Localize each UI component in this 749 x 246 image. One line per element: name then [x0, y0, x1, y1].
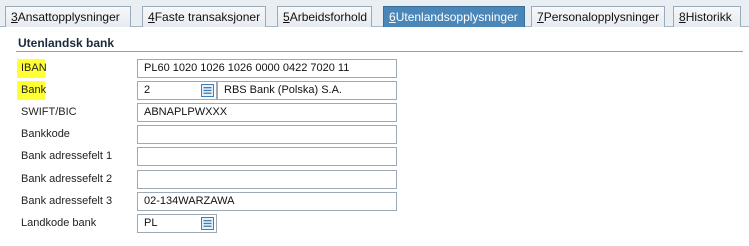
content-panel: Utenlandsk bank IBAN PL60 1020 1026 1026… [7, 27, 743, 246]
swift-input[interactable]: ABNAPLPWXXX [137, 103, 397, 122]
bank-label: Bank [17, 81, 46, 100]
tab-personalopplysninger[interactable]: 7 Personalopplysninger [531, 6, 665, 27]
bank-description: RBS Bank (Polska) S.A. [217, 81, 397, 100]
bank-address-3-label: Bank adressefelt 3 [21, 195, 113, 207]
tab-label: Faste transaksjoner [154, 10, 261, 24]
country-code-row: Landkode bank PL [7, 214, 743, 236]
tab-label: Ansattopplysninger [17, 10, 120, 24]
bankkode-input[interactable] [137, 125, 397, 144]
bank-row: Bank 2 RBS Bank (Polska) S.A. [7, 81, 743, 103]
bank-address-3-input[interactable]: 02-134WARZAWA [137, 192, 397, 211]
bank-address-2-row: Bank adressefelt 2 [7, 170, 743, 192]
bankkode-label: Bankkode [21, 128, 70, 140]
bank-address-1-input[interactable] [137, 147, 397, 166]
tab-label: Personalopplysninger [543, 10, 660, 24]
tab-label: Historikk [685, 10, 732, 24]
list-lookup-icon[interactable] [199, 215, 215, 232]
section-divider [16, 51, 743, 52]
bank-address-3-row: Bank adressefelt 3 02-134WARZAWA [7, 192, 743, 214]
tab-historikk[interactable]: 8 Historikk [673, 6, 741, 27]
tab-faste-transaksjoner[interactable]: 4 Faste transaksjoner [142, 6, 266, 27]
tab-number: 4 [148, 10, 155, 24]
tab-ansattopplysninger[interactable]: 3 Ansattopplysninger [5, 6, 131, 27]
tab-label: Utenlandsopplysninger [395, 10, 518, 24]
tab-number: 3 [11, 10, 18, 24]
tab-label: Arbeidsforhold [289, 10, 368, 24]
tab-number: 8 [679, 10, 686, 24]
tab-strip: 3 Ansattopplysninger 4 Faste transaksjon… [0, 0, 749, 27]
iban-label: IBAN [17, 59, 47, 78]
swift-label: SWIFT/BIC [21, 106, 77, 118]
list-lookup-icon[interactable] [199, 82, 215, 99]
bank-address-2-input[interactable] [137, 170, 397, 189]
tab-number: 7 [537, 10, 544, 24]
iban-row: IBAN PL60 1020 1026 1026 0000 0422 7020 … [7, 59, 743, 81]
tab-number: 5 [283, 10, 290, 24]
swift-row: SWIFT/BIC ABNAPLPWXXX [7, 103, 743, 125]
bankkode-row: Bankkode [7, 125, 743, 147]
bank-address-1-row: Bank adressefelt 1 [7, 147, 743, 169]
bank-address-2-label: Bank adressefelt 2 [21, 173, 113, 185]
country-code-label: Landkode bank [21, 217, 97, 229]
tab-utenlandsopplysninger[interactable]: 6 Utenlandsopplysninger [383, 6, 525, 27]
tab-number: 6 [389, 10, 396, 24]
section-title: Utenlandsk bank [18, 36, 115, 50]
bank-address-1-label: Bank adressefelt 1 [21, 150, 113, 162]
tab-arbeidsforhold[interactable]: 5 Arbeidsforhold [277, 6, 372, 27]
iban-input[interactable]: PL60 1020 1026 1026 0000 0422 7020 11 [137, 59, 397, 78]
